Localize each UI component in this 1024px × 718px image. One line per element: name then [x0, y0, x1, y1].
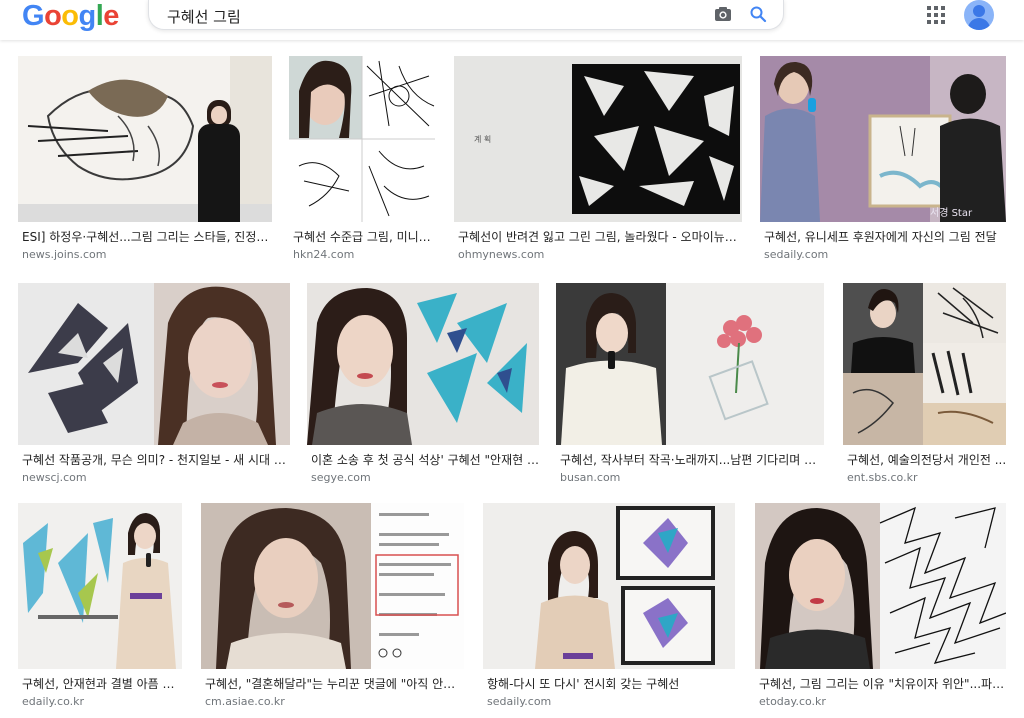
search-input[interactable]: 구혜선 그림 [167, 6, 241, 27]
result-title[interactable]: 구혜선, "결혼해달라"는 누리꾼 댓글에 "아직 안돼" - ... [205, 677, 466, 692]
result-domain: newscj.com [22, 471, 87, 484]
google-logo[interactable]: Google [22, 0, 119, 32]
result-domain: ohmynews.com [458, 248, 545, 261]
result-title[interactable]: 이혼 소송 후 첫 공식 석상' 구혜선 "안재현 잊... [311, 453, 539, 468]
result-thumbnail[interactable] [307, 283, 539, 445]
gallery-exhibition-image [483, 503, 735, 669]
image-result[interactable]: 서경 Star 구혜선, 유니세프 후원자에게 자신의 그림 전달 sedail… [760, 56, 1006, 262]
result-thumbnail[interactable] [289, 56, 435, 222]
image-result[interactable]: 구혜선, 안재현과 결별 아픔 딛... edaily.co.kr [18, 503, 184, 713]
image-result[interactable]: 항해-다시 또 다시' 전시회 갖는 구혜선 sedaily.com [483, 503, 737, 713]
search-box[interactable]: 구혜선 그림 [148, 0, 784, 30]
result-title[interactable]: 구혜선, 안재현과 결별 아픔 딛... [22, 677, 184, 692]
exhibition-photo-image [18, 503, 182, 669]
result-title[interactable]: 구혜선, 유니세프 후원자에게 자신의 그림 전달 [764, 230, 1008, 245]
portrait-collage-image [289, 56, 435, 222]
selfie-and-comments-image [201, 503, 464, 669]
search-header: Google 구혜선 그림 [0, 0, 1024, 40]
search-icon[interactable] [749, 5, 767, 23]
svg-text:서경 Star: 서경 Star [930, 206, 973, 219]
portrait-with-painting-image [307, 283, 539, 445]
result-domain: edaily.co.kr [22, 695, 85, 708]
result-thumbnail[interactable] [843, 283, 1006, 445]
result-domain: ent.sbs.co.kr [847, 471, 918, 484]
account-avatar-icon[interactable] [964, 0, 994, 30]
image-result[interactable]: 구혜선, 그림 그리는 이유 "치유이자 위안"...파리... etoday.… [755, 503, 1008, 713]
result-domain: cm.asiae.co.kr [205, 695, 285, 708]
result-title[interactable]: 구혜선, 그림 그리는 이유 "치유이자 위안"...파리... [759, 677, 1008, 692]
result-title[interactable]: 항해-다시 또 다시' 전시회 갖는 구혜선 [487, 677, 737, 692]
result-domain: hkn24.com [293, 248, 355, 261]
portrait-and-pattern-image [755, 503, 1006, 669]
result-domain: segye.com [311, 471, 371, 484]
result-domain: busan.com [560, 471, 621, 484]
result-title[interactable]: 구혜선 수준급 그림, 미니홈... [293, 230, 439, 245]
image-result[interactable]: 이혼 소송 후 첫 공식 석상' 구혜선 "안재현 잊... segye.com [307, 283, 539, 489]
image-result[interactable]: 구혜선 작품공개, 무슨 의미? - 천지일보 - 새 시대 희망... new… [18, 283, 290, 489]
image-result[interactable]: ESI] 하정우·구혜선...그림 그리는 스타들, 진정 실... news.… [18, 56, 272, 262]
image-result[interactable]: 구혜선, 예술의전당서 개인전 ... ent.sbs.co.kr [843, 283, 1006, 489]
result-domain: sedaily.com [487, 695, 552, 708]
result-thumbnail[interactable] [18, 503, 182, 669]
result-thumbnail[interactable] [483, 503, 735, 669]
result-domain: etoday.co.kr [759, 695, 826, 708]
image-result[interactable]: 구혜선, 작사부터 작곡·노래까지...남편 기다리며 만든 ... busan… [556, 283, 826, 489]
result-title[interactable]: 구혜선이 반려견 잃고 그린 그림, 놀라웠다 - 오마이뉴스 ... [458, 230, 744, 245]
result-thumbnail[interactable]: 계 획 [454, 56, 742, 222]
result-domain: sedaily.com [764, 248, 829, 261]
result-domain: news.joins.com [22, 248, 107, 261]
image-result[interactable]: 구혜선 수준급 그림, 미니홈... hkn24.com [289, 56, 439, 262]
result-thumbnail[interactable] [201, 503, 464, 669]
result-title[interactable]: 구혜선, 작사부터 작곡·노래까지...남편 기다리며 만든 ... [560, 453, 826, 468]
drawings-collage-image [843, 283, 1006, 445]
apps-grid-icon[interactable] [926, 5, 946, 25]
image-result[interactable]: 구혜선, "결혼해달라"는 누리꾼 댓글에 "아직 안돼" - ... cm.a… [201, 503, 466, 713]
svg-text:계 획: 계 획 [474, 134, 491, 144]
result-title[interactable]: ESI] 하정우·구혜선...그림 그리는 스타들, 진정 실... [22, 230, 270, 245]
image-result[interactable]: 계 획 구혜선이 반려견 잃고 그린 그림, 놀라웠다 - 오마이뉴스 ... … [454, 56, 744, 262]
result-title[interactable]: 구혜선, 예술의전당서 개인전 ... [847, 453, 1008, 468]
result-thumbnail[interactable]: 서경 Star [760, 56, 1006, 222]
result-thumbnail[interactable] [556, 283, 824, 445]
result-thumbnail[interactable] [755, 503, 1006, 669]
result-thumbnail[interactable] [18, 283, 290, 445]
event-photo-image: 서경 Star [760, 56, 1006, 222]
artwork-portrait-image [18, 283, 290, 445]
flower-painting-image [556, 283, 824, 445]
result-title[interactable]: 구혜선 작품공개, 무슨 의미? - 천지일보 - 새 시대 희망... [22, 453, 290, 468]
abstract-painting-image: 계 획 [454, 56, 742, 222]
camera-icon[interactable] [714, 6, 732, 22]
result-thumbnail[interactable] [18, 56, 272, 222]
